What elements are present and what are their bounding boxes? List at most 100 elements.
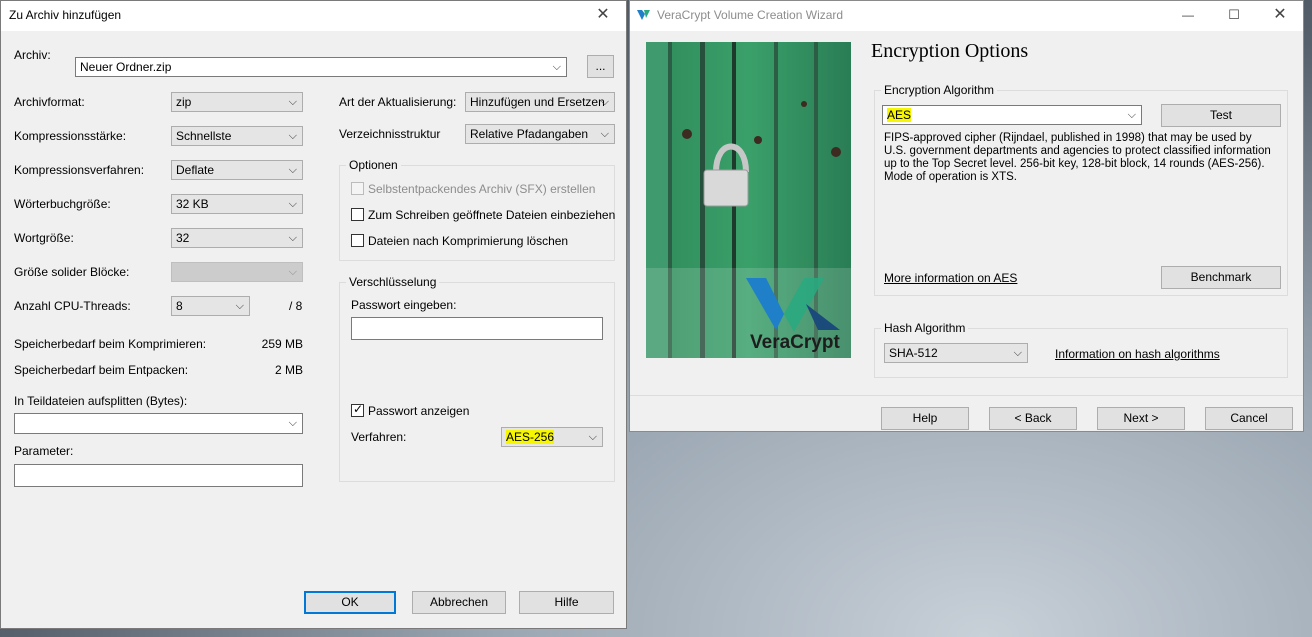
format-value: zip [176, 95, 192, 109]
dictionary-size-label: Wörterbuchgröße: [14, 197, 111, 211]
update-mode-value: Hinzufügen und Ersetzen [470, 95, 605, 109]
cpu-threads-total: / 8 [289, 299, 303, 313]
word-size-select[interactable]: 32 ⌵ [171, 228, 303, 248]
archive-dialog-titlebar: Zu Archiv hinzufügen ✕ [1, 1, 626, 31]
path-mode-select[interactable]: Relative Pfadangaben ⌵ [465, 124, 615, 144]
cpu-threads-value: 8 [176, 299, 183, 313]
veracrypt-logo [744, 274, 842, 334]
chevron-down-icon: ⌵ [552, 61, 561, 73]
compression-level-select[interactable]: Schnellste ⌵ [171, 126, 303, 146]
sfx-checkbox [351, 182, 364, 195]
encryption-method-label: Verfahren: [351, 430, 407, 444]
close-icon[interactable]: ✕ [1257, 1, 1303, 31]
page-title: Encryption Options [871, 40, 1029, 62]
veracrypt-logo-text: VeraCrypt [750, 332, 840, 353]
test-button[interactable]: Test [1161, 104, 1281, 127]
next-button[interactable]: Next > [1097, 407, 1185, 430]
veracrypt-banner-image: VeraCrypt [646, 42, 851, 358]
veracrypt-wizard: VeraCrypt Volume Creation Wizard — ☐ ✕ V… [629, 0, 1304, 432]
chevron-down-icon: ⌵ [1127, 109, 1136, 121]
delete-after-checkbox[interactable] [351, 234, 364, 247]
memory-extract-label: Speicherbedarf beim Entpacken: [14, 363, 189, 377]
chevron-down-icon: ⌵ [288, 266, 297, 278]
help-button[interactable]: Help [881, 407, 969, 430]
benchmark-button[interactable]: Benchmark [1161, 266, 1281, 289]
cancel-button[interactable]: Cancel [1205, 407, 1293, 430]
back-button[interactable]: < Back [989, 407, 1077, 430]
encryption-algorithm-title: Encryption Algorithm [881, 83, 998, 97]
chevron-down-icon: ⌵ [588, 431, 597, 443]
algorithm-description: FIPS-approved cipher (Rijndael, publishe… [884, 132, 1271, 183]
delete-after-checkbox-label: Dateien nach Komprimierung löschen [368, 234, 569, 248]
button-bar-divider [630, 395, 1303, 396]
compression-method-label: Kompressionsverfahren: [14, 163, 145, 177]
chevron-down-icon: ⌵ [288, 164, 297, 176]
open-files-checkbox[interactable] [351, 208, 364, 221]
chevron-down-icon: ⌵ [288, 198, 297, 210]
close-icon[interactable]: ✕ [580, 1, 626, 31]
password-input[interactable] [351, 317, 603, 340]
encryption-method-value: AES-256 [506, 430, 555, 444]
password-label: Passwort eingeben: [351, 298, 457, 312]
chevron-down-icon: ⌵ [235, 300, 244, 312]
format-select[interactable]: zip ⌵ [171, 92, 303, 112]
update-mode-label: Art der Aktualisierung: [339, 95, 457, 109]
path-mode-label: Verzeichnisstruktur [339, 127, 441, 141]
maximize-icon[interactable]: ☐ [1211, 1, 1257, 31]
help-button[interactable]: Hilfe [519, 591, 614, 614]
minimize-icon[interactable]: — [1165, 1, 1211, 31]
veracrypt-title: VeraCrypt Volume Creation Wizard [657, 8, 844, 22]
dictionary-size-select[interactable]: 32 KB ⌵ [171, 194, 303, 214]
hash-algorithm-title: Hash Algorithm [881, 321, 969, 335]
archive-path-value: Neuer Ordner.zip [80, 60, 172, 74]
checkmark-icon: ✓ [353, 402, 364, 416]
sfx-checkbox-label: Selbstentpackendes Archiv (SFX) erstelle… [368, 182, 596, 196]
word-size-label: Wortgröße: [14, 231, 74, 245]
memory-extract-value: 2 MB [274, 363, 303, 377]
split-volumes-combo[interactable]: ⌵ [14, 413, 303, 434]
chevron-down-icon: ⌵ [288, 130, 297, 142]
archive-path-combo[interactable]: Neuer Ordner.zip ⌵ [75, 57, 567, 77]
encryption-algorithm-value: AES [887, 108, 912, 122]
options-group-title: Optionen [346, 158, 401, 172]
chevron-down-icon: ⌵ [288, 96, 297, 108]
hash-algorithm-select[interactable]: SHA-512 ⌵ [884, 343, 1028, 363]
show-password-label: Passwort anzeigen [368, 404, 470, 418]
ok-button[interactable]: OK [304, 591, 396, 614]
open-files-checkbox-label: Zum Schreiben geöffnete Dateien einbezie… [368, 208, 616, 222]
compression-level-label: Kompressionsstärke: [14, 129, 127, 143]
parameters-input[interactable] [14, 464, 303, 487]
veracrypt-titlebar: VeraCrypt Volume Creation Wizard — ☐ ✕ [630, 1, 1303, 31]
chevron-down-icon: ⌵ [288, 417, 297, 429]
chevron-down-icon: ⌵ [600, 128, 609, 140]
dictionary-size-value: 32 KB [176, 197, 209, 211]
memory-compress-value: 259 MB [261, 337, 303, 351]
archive-dialog-title: Zu Archiv hinzufügen [9, 8, 122, 22]
encryption-method-select[interactable]: AES-256 ⌵ [501, 427, 603, 447]
compression-method-select[interactable]: Deflate ⌵ [171, 160, 303, 180]
cpu-threads-select[interactable]: 8 ⌵ [171, 296, 250, 316]
update-mode-select[interactable]: Hinzufügen und Ersetzen ⌵ [465, 92, 615, 112]
cancel-button[interactable]: Abbrechen [412, 591, 506, 614]
cpu-threads-label: Anzahl CPU-Threads: [14, 299, 131, 313]
veracrypt-app-icon [637, 9, 651, 21]
word-size-value: 32 [176, 231, 190, 245]
show-password-checkbox[interactable]: ✓ [351, 402, 364, 417]
encryption-group-title: Verschlüsselung [346, 275, 440, 289]
memory-compress-label: Speicherbedarf beim Komprimieren: [14, 337, 207, 351]
parameters-label: Parameter: [14, 444, 74, 458]
encryption-algorithm-select[interactable]: AES ⌵ [882, 105, 1142, 125]
hash-info-link[interactable]: Information on hash algorithms [1055, 347, 1220, 361]
split-volumes-label: In Teildateien aufsplitten (Bytes): [14, 394, 188, 408]
chevron-down-icon: ⌵ [600, 96, 609, 108]
chevron-down-icon: ⌵ [288, 232, 297, 244]
more-info-aes-link[interactable]: More information on AES [884, 271, 1017, 285]
encryption-group: Verschlüsselung [339, 275, 615, 482]
solid-block-size-select: ⌵ [171, 262, 303, 282]
archive-label: Archiv: [14, 48, 51, 62]
archive-dialog: Zu Archiv hinzufügen ✕ Archiv: Neuer Ord… [0, 0, 627, 629]
browse-button[interactable]: ... [587, 55, 614, 78]
hash-algorithm-value: SHA-512 [889, 346, 938, 360]
path-mode-value: Relative Pfadangaben [470, 127, 589, 141]
format-label: Archivformat: [14, 95, 85, 109]
